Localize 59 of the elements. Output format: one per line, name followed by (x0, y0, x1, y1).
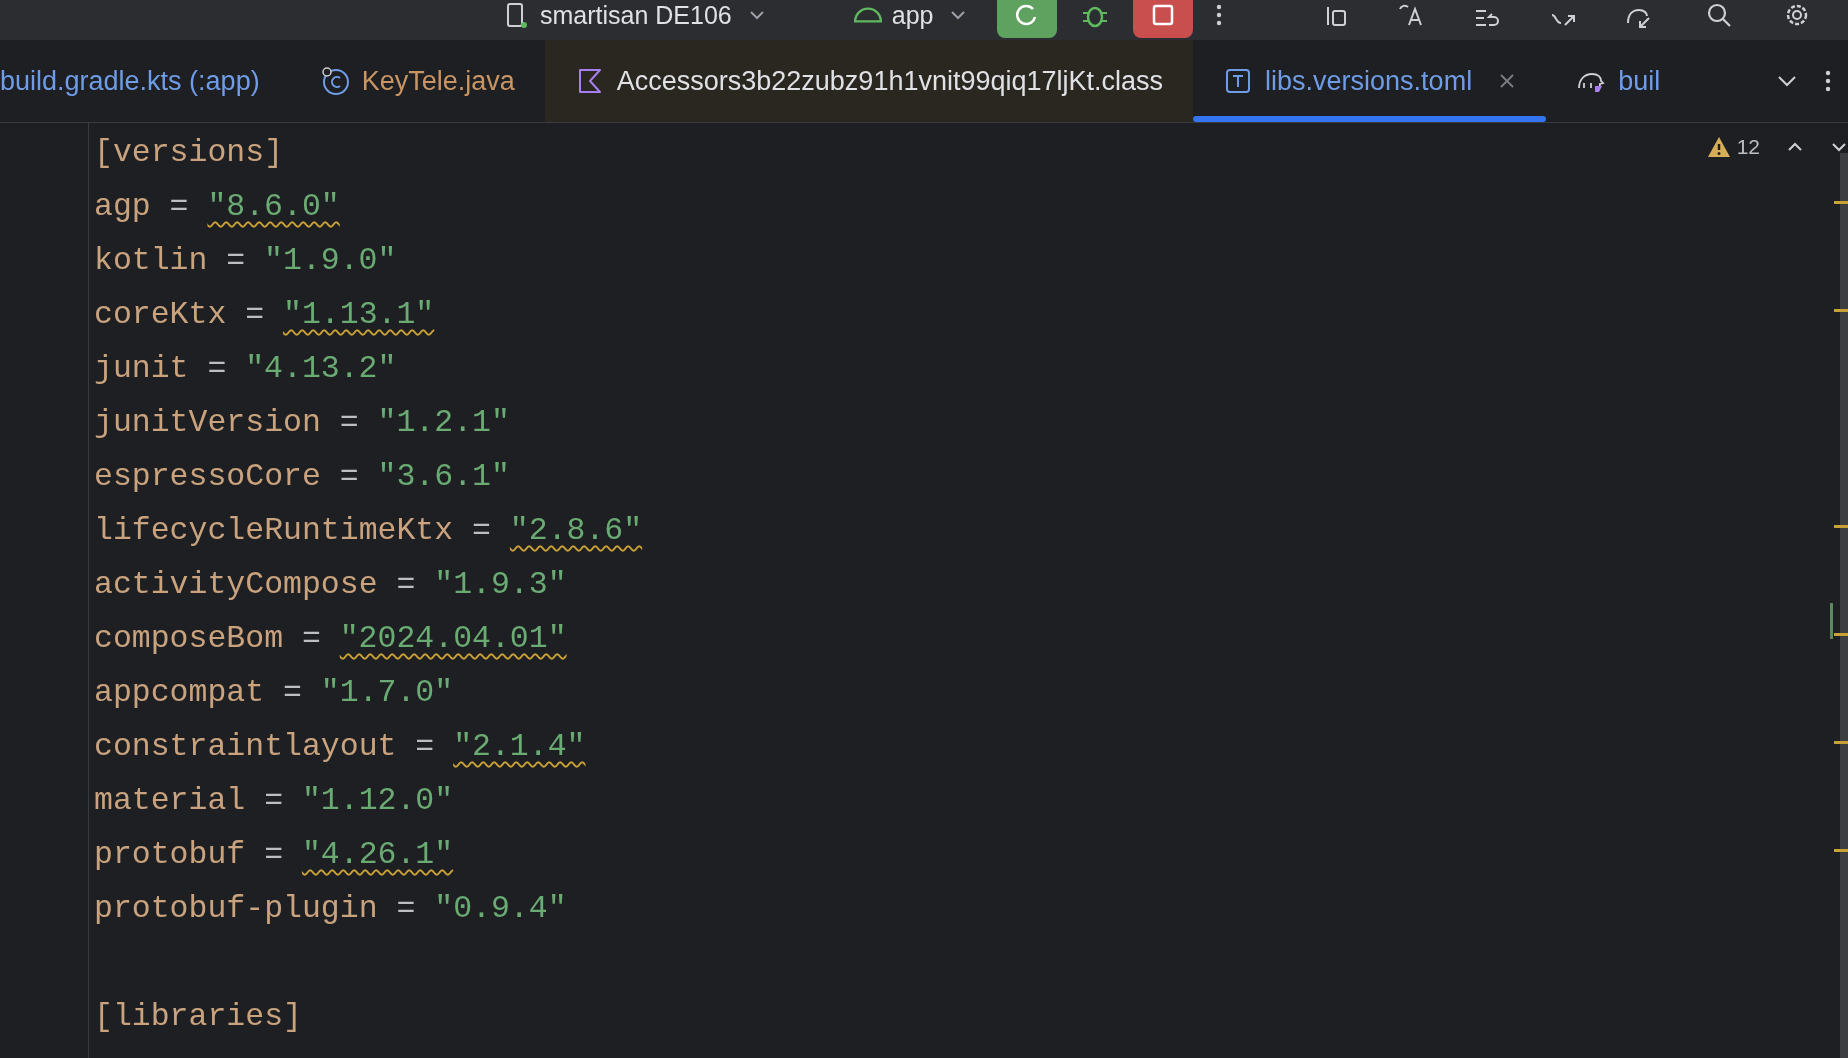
version-value: "1.9.3" (434, 566, 567, 604)
version-value: "2.8.6" (509, 512, 643, 550)
version-key: protobuf-plugin (94, 882, 378, 936)
equals-sign: = (264, 782, 284, 820)
run-configuration[interactable]: app (891, 0, 934, 30)
version-value: "1.12.0" (301, 782, 454, 820)
warning-icon (1706, 136, 1731, 158)
stop-button[interactable] (1133, 0, 1194, 38)
version-key: kotlin (94, 234, 208, 288)
equals-sign: = (245, 296, 265, 334)
version-key: activityCompose (94, 558, 378, 612)
version-key: coreKtx (94, 288, 227, 342)
more-icon[interactable] (1824, 68, 1832, 94)
equals-sign: = (226, 242, 246, 280)
version-value: "0.9.4" (434, 890, 567, 928)
version-key: appcompat (94, 666, 265, 720)
version-value: "1.2.1" (377, 404, 510, 442)
equals-sign: = (264, 836, 284, 874)
editor-tab[interactable]: build.gradle.kts (:app) (0, 40, 290, 122)
editor-tab[interactable]: libs.versions.toml (1193, 40, 1547, 122)
version-key: lifecycleRuntimeKtx (94, 504, 454, 558)
version-value: "1.9.0" (264, 242, 397, 280)
section-header: [libraries] (94, 998, 302, 1036)
equals-sign: = (396, 890, 416, 928)
version-key: protobuf (94, 828, 246, 882)
editor-tab[interactable]: Accessors3b22zubz91h1vnit99qiq17ljKt.class (544, 40, 1194, 122)
version-key: constraintlayout (94, 720, 397, 774)
version-value: "4.13.2" (245, 350, 397, 388)
version-key: composeBom (94, 612, 284, 666)
equals-sign: = (283, 674, 302, 712)
editor-tab[interactable]: KeyTele.java (289, 40, 545, 122)
version-value: "1.7.0" (320, 674, 454, 712)
equals-sign: = (207, 350, 227, 388)
equals-sign: = (415, 728, 435, 766)
android-icon (853, 7, 882, 23)
version-key: junit (94, 342, 189, 396)
editor-tab[interactable]: buil (1546, 40, 1691, 122)
equals-sign: = (339, 458, 359, 496)
version-key: junitVersion (94, 396, 321, 450)
version-value: "2024.04.01" (339, 620, 567, 658)
device-selector[interactable]: smartisan DE106 (540, 0, 732, 30)
rerun-button[interactable] (997, 0, 1058, 38)
equals-sign: = (396, 566, 416, 604)
version-value: "2.1.4" (453, 728, 586, 766)
version-key: material (94, 774, 246, 828)
version-key: agp (94, 180, 151, 234)
equals-sign: = (301, 620, 321, 658)
class-icon (319, 66, 350, 96)
close-icon[interactable] (1498, 72, 1517, 90)
version-value: "3.6.1" (377, 458, 510, 496)
version-value: "8.6.0" (207, 188, 340, 226)
version-key: espressoCore (94, 450, 321, 504)
warning-count[interactable]: 12 (1736, 135, 1760, 159)
section-header: [versions] (94, 134, 284, 172)
version-value: "4.26.1" (301, 836, 454, 874)
version-value: "1.13.1" (283, 296, 435, 334)
equals-sign: = (169, 188, 189, 226)
equals-sign: = (339, 404, 359, 442)
equals-sign: = (472, 512, 491, 550)
